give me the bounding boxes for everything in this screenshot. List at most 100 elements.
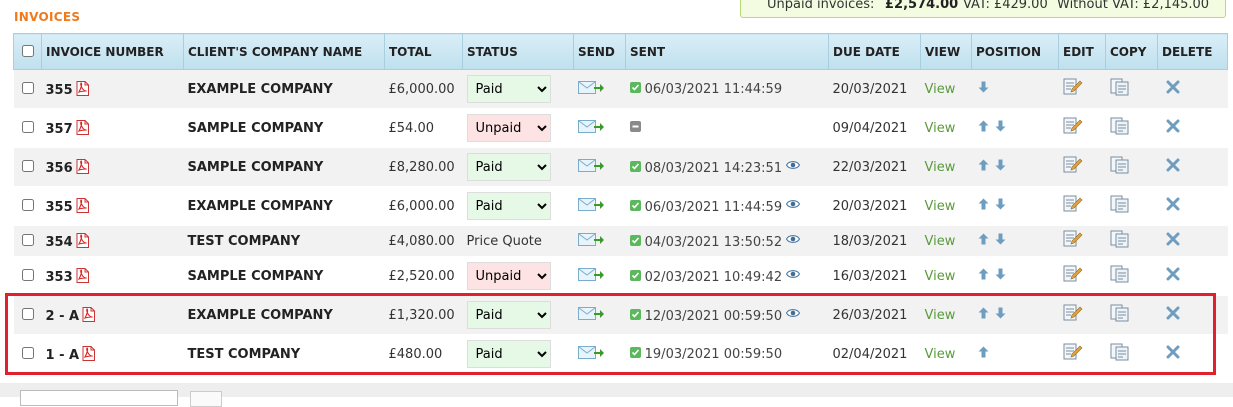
edit-icon[interactable] [1063,117,1083,139]
pagination-button[interactable] [190,391,222,407]
row-checkbox[interactable] [21,346,34,359]
move-down-icon[interactable] [995,307,1006,323]
delete-icon[interactable] [1166,119,1180,137]
col-total[interactable]: TOTAL [384,33,463,70]
copy-icon[interactable] [1110,195,1130,217]
send-email-icon[interactable] [577,196,604,216]
move-up-icon[interactable] [978,307,989,323]
pdf-icon[interactable] [82,306,96,322]
move-up-icon[interactable] [978,159,989,175]
send-email-icon[interactable] [577,118,604,138]
view-link[interactable]: View [925,121,956,136]
view-link[interactable]: View [925,199,956,214]
move-up-icon[interactable] [978,120,989,136]
copy-icon[interactable] [1110,117,1130,139]
select-all-checkbox[interactable] [22,44,34,57]
invoice-number[interactable]: 355 [46,83,73,98]
send-email-icon[interactable] [577,266,604,286]
move-down-icon[interactable] [978,81,989,97]
move-up-icon[interactable] [978,268,989,284]
sent-check-icon [629,199,641,215]
move-down-icon[interactable] [995,159,1006,175]
invoice-number[interactable]: 353 [46,270,73,285]
row-checkbox[interactable] [21,268,34,281]
pdf-icon[interactable] [82,345,96,361]
copy-icon[interactable] [1110,78,1130,100]
invoice-number[interactable]: 1 - A [46,348,80,363]
pdf-icon[interactable] [76,158,89,174]
row-checkbox[interactable] [21,159,34,172]
row-checkbox[interactable] [21,198,34,211]
view-link[interactable]: View [925,160,956,175]
eye-icon[interactable] [786,307,801,322]
row-checkbox[interactable] [21,81,34,94]
delete-icon[interactable] [1166,267,1180,285]
row-checkbox[interactable] [21,120,34,133]
copy-icon[interactable] [1110,304,1130,326]
edit-icon[interactable] [1063,78,1083,100]
edit-icon[interactable] [1063,230,1083,252]
invoice-number[interactable]: 355 [46,200,73,215]
status-select[interactable]: PaidUnpaid [466,192,551,220]
move-down-icon[interactable] [995,233,1006,249]
copy-icon[interactable] [1110,156,1130,178]
status-select[interactable]: PaidUnpaid [466,262,551,290]
view-link[interactable]: View [925,269,956,284]
col-client[interactable]: CLIENT'S COMPANY NAME [183,33,385,70]
delete-icon[interactable] [1166,306,1180,324]
pdf-icon[interactable] [76,80,89,96]
send-email-icon[interactable] [577,305,604,325]
delete-icon[interactable] [1166,232,1180,250]
pdf-icon[interactable] [76,232,89,248]
col-invoice-number[interactable]: INVOICE NUMBER [41,33,184,70]
delete-icon[interactable] [1166,197,1180,215]
edit-icon[interactable] [1063,156,1083,178]
row-checkbox[interactable] [21,233,34,246]
pdf-icon[interactable] [76,267,89,283]
edit-icon[interactable] [1063,195,1083,217]
send-email-icon[interactable] [577,157,604,177]
eye-icon[interactable] [786,233,801,248]
copy-icon[interactable] [1110,230,1130,252]
status-select[interactable]: PaidUnpaid [466,114,551,142]
move-down-icon[interactable] [995,268,1006,284]
move-up-icon[interactable] [978,346,989,362]
view-link[interactable]: View [925,82,956,97]
edit-icon[interactable] [1063,304,1083,326]
invoice-number[interactable]: 356 [46,161,73,176]
send-email-icon[interactable] [577,231,604,251]
status-select[interactable]: PaidUnpaid [466,301,551,329]
invoice-number[interactable]: 2 - A [46,309,80,324]
row-checkbox[interactable] [21,307,34,320]
send-email-icon[interactable] [577,344,604,364]
copy-icon[interactable] [1110,343,1130,365]
copy-icon[interactable] [1110,265,1130,287]
pdf-icon[interactable] [76,197,89,213]
edit-icon[interactable] [1063,265,1083,287]
edit-icon[interactable] [1063,343,1083,365]
status-select[interactable]: PaidUnpaid [466,75,551,103]
col-status[interactable]: STATUS [462,33,574,70]
invoice-number[interactable]: 354 [46,235,73,250]
delete-icon[interactable] [1166,80,1180,98]
move-down-icon[interactable] [995,198,1006,214]
col-sent[interactable]: SENT [625,33,829,70]
col-due-date[interactable]: DUE DATE [828,33,921,70]
move-up-icon[interactable] [978,198,989,214]
invoice-number[interactable]: 357 [46,122,73,137]
delete-icon[interactable] [1166,345,1180,363]
view-link[interactable]: View [925,234,956,249]
move-up-icon[interactable] [978,233,989,249]
status-select[interactable]: PaidUnpaid [466,153,551,181]
eye-icon[interactable] [786,268,801,283]
eye-icon[interactable] [786,198,801,213]
send-email-icon[interactable] [577,79,604,99]
move-down-icon[interactable] [995,120,1006,136]
delete-icon[interactable] [1166,158,1180,176]
status-select[interactable]: PaidUnpaid [466,340,551,368]
view-link[interactable]: View [925,308,956,323]
pdf-icon[interactable] [76,119,89,135]
view-link[interactable]: View [925,347,956,362]
eye-icon[interactable] [786,159,801,174]
pagination-select[interactable] [20,390,178,406]
